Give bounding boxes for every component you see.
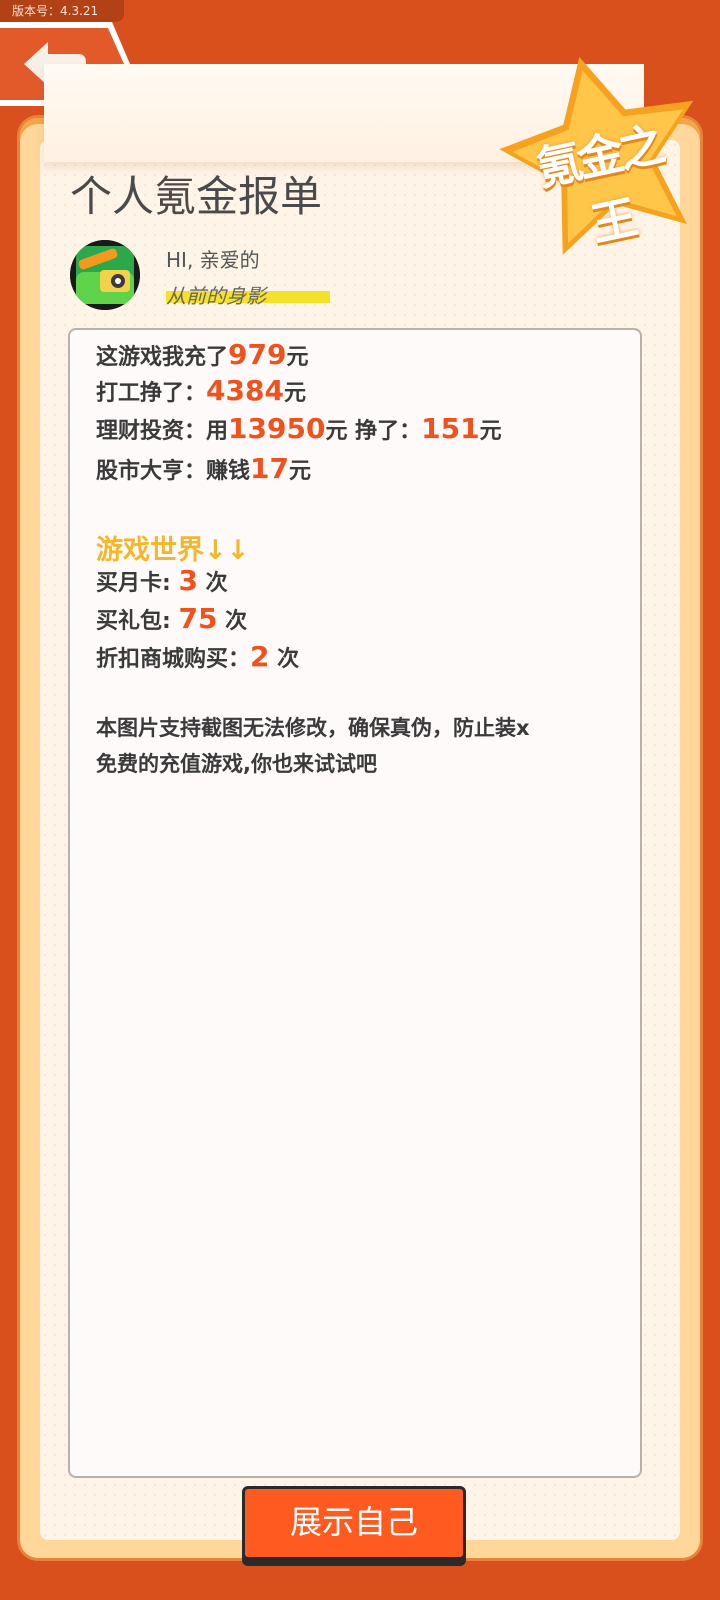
avatar [70, 240, 140, 310]
game-world-heading: 游戏世界↓↓ [96, 535, 250, 566]
version-label: 版本号：4.3.21 [0, 0, 124, 22]
recharge-label: 这游戏我充了 [96, 345, 229, 370]
discount-shop-count: 2 [250, 640, 270, 673]
discount-shop-line: 折扣商城购买：2 次 [96, 640, 299, 673]
show-off-button[interactable]: 展示自己 [242, 1486, 466, 1560]
greeting-text: HI, 亲爱的 [166, 248, 260, 272]
work-label: 打工挣了： [96, 381, 207, 406]
investment-line: 理财投资：用13950元 挣了：151元 [96, 412, 502, 445]
page-title: 个人氪金报单 [70, 172, 323, 221]
discount-shop-unit: 次 [269, 647, 300, 672]
avatar-game-icon [70, 240, 140, 310]
note-line-2: 免费的充值游戏,你也来试试吧 [96, 752, 377, 776]
username: 从前的身影 [166, 284, 266, 308]
work-value: 4384 [206, 374, 284, 407]
recharge-unit: 元 [286, 345, 309, 370]
gift-pack-count: 75 [178, 602, 218, 635]
work-unit: 元 [283, 381, 306, 406]
monthly-card-unit: 次 [197, 571, 228, 596]
gift-pack-unit: 次 [217, 609, 248, 634]
investment-unit: 元 [479, 419, 502, 444]
stock-line: 股市大亨：赚钱17元 [96, 452, 311, 485]
username-block: 从前的身影 [166, 280, 330, 308]
discount-shop-label: 折扣商城购买： [96, 647, 251, 672]
gift-pack-label: 买礼包: [96, 609, 179, 634]
stock-value: 17 [250, 452, 289, 485]
monthly-card-label: 买月卡: [96, 571, 179, 596]
stock-label: 股市大亨：赚钱 [96, 459, 251, 484]
report-box [68, 328, 642, 1478]
monthly-card-line: 买月卡: 3 次 [96, 564, 228, 597]
monthly-card-count: 3 [178, 564, 198, 597]
investment-mid-label: 元 挣了： [325, 419, 422, 444]
recharge-value: 979 [228, 338, 287, 371]
investment-label: 理财投资：用 [96, 419, 229, 444]
work-earnings-line: 打工挣了：4384元 [96, 374, 306, 407]
recharge-line: 这游戏我充了979元 [96, 338, 308, 371]
gift-pack-line: 买礼包: 75 次 [96, 602, 247, 635]
stock-unit: 元 [288, 459, 311, 484]
investment-spent: 13950 [228, 412, 326, 445]
note-line-1: 本图片支持截图无法修改，确保真伪，防止装x [96, 716, 530, 740]
investment-earned: 151 [421, 412, 480, 445]
